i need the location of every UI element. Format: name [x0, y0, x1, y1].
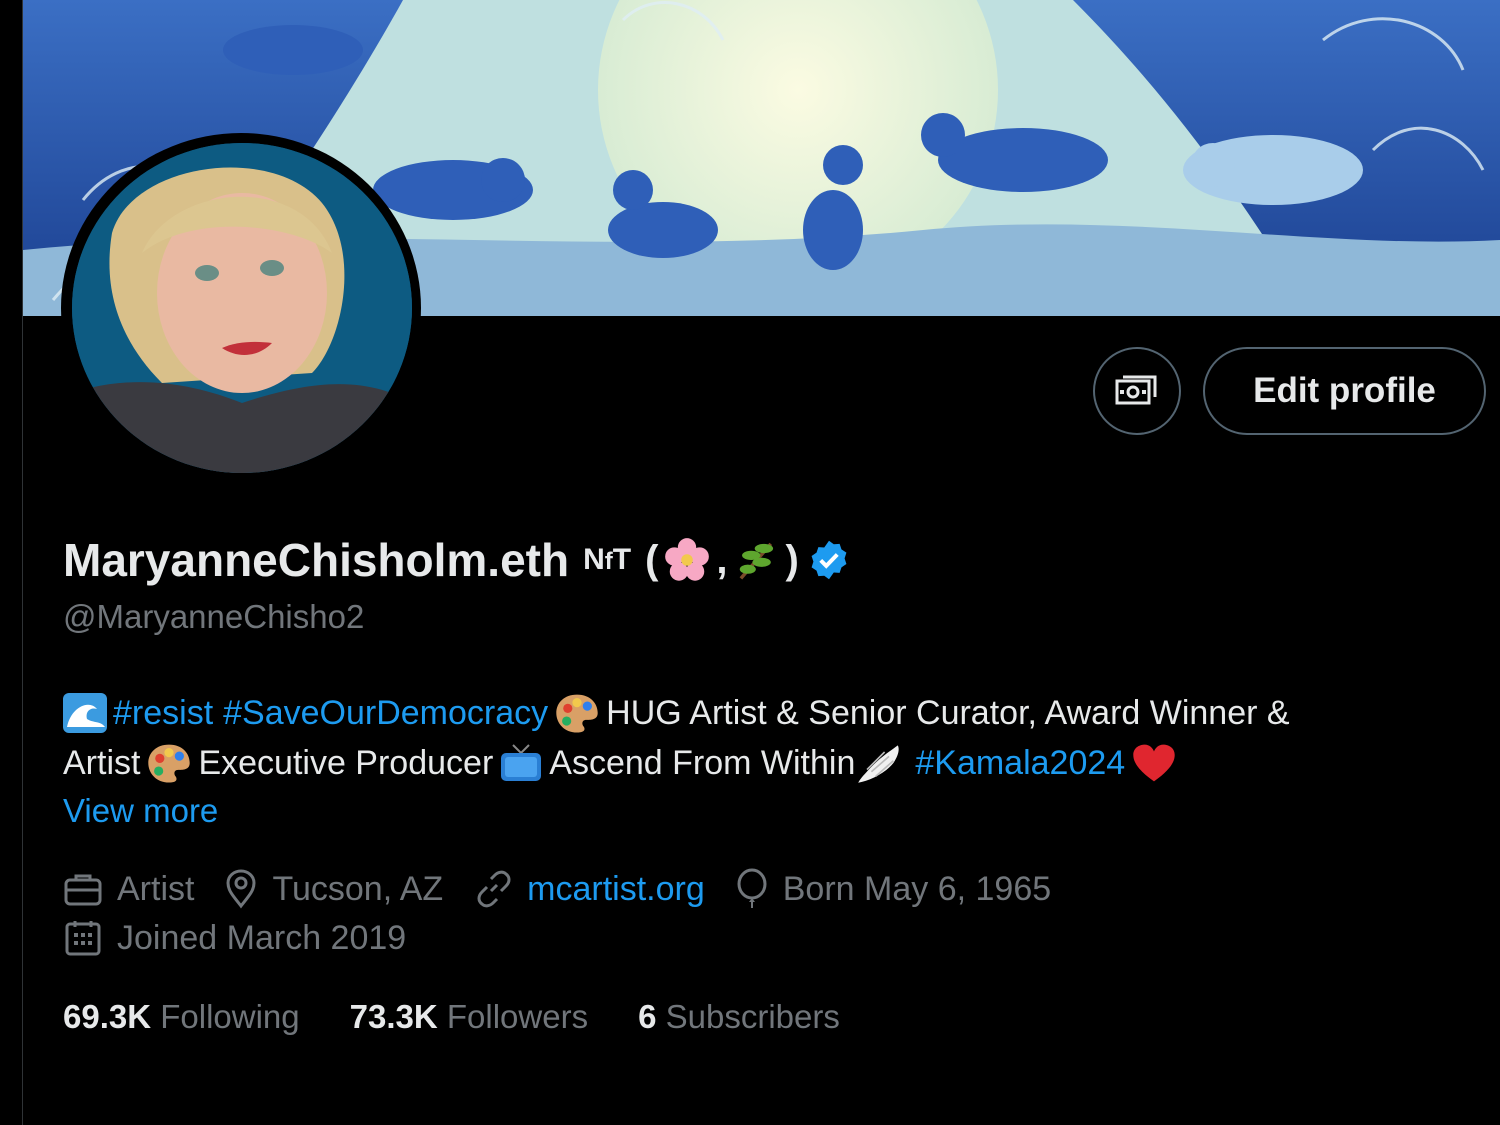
view-more-link[interactable]: View more — [63, 792, 218, 830]
name-paren-close: ) — [785, 537, 799, 582]
joined: Joined March 2019 — [63, 918, 406, 958]
palette-icon — [554, 692, 600, 734]
display-name: MaryanneChisholm.eth — [63, 534, 570, 586]
hashtag-kamala2024[interactable]: #Kamala2024 — [915, 738, 1125, 788]
name-comma: , — [716, 537, 728, 582]
bio-line-1: #resist #SaveOurDemocracy HUG Artist & S… — [63, 688, 1483, 738]
bio-text-artist: Artist — [63, 744, 141, 782]
calendar-icon — [65, 921, 101, 956]
joined-label: Joined March 2019 — [117, 918, 407, 957]
profession: Artist — [63, 870, 194, 909]
edit-profile-button[interactable]: Edit profile — [1203, 347, 1486, 435]
hashtag-save-our-democracy[interactable]: #SaveOurDemocracy — [223, 688, 548, 738]
left-rail — [0, 0, 23, 1125]
bio-text-ascend: Ascend From Within — [549, 744, 856, 782]
location-pin-icon — [226, 869, 256, 909]
wave-icon — [63, 693, 107, 733]
birthday-label: Born May 6, 1965 — [782, 869, 1052, 908]
herb-icon — [734, 537, 780, 583]
bio-text-producer: Executive Producer — [198, 744, 494, 782]
website-link[interactable]: mcartist.org — [527, 870, 705, 909]
tv-icon — [499, 743, 543, 783]
bio-line-2: Artist Executive Producer Ascend From Wi… — [63, 738, 1483, 788]
wing-icon — [855, 741, 901, 785]
birthday: Born May 6, 1965 — [735, 868, 1051, 910]
display-name-row: MaryanneChisholm.eth NfT ( , ) — [63, 530, 851, 590]
name-paren-open: ( — [645, 537, 659, 582]
money-icon — [1115, 375, 1157, 405]
subscribers-stat[interactable]: 6 Subscribers — [638, 998, 840, 1036]
tips-button[interactable] — [1093, 347, 1181, 435]
location-label: Tucson, AZ — [272, 869, 444, 908]
hashtag-resist[interactable]: #resist — [113, 688, 213, 738]
avatar[interactable] — [72, 143, 412, 473]
bio-text-1: HUG Artist & Senior Curator, Award Winne… — [606, 694, 1290, 732]
website[interactable]: mcartist.org — [473, 869, 705, 909]
briefcase-icon — [64, 874, 102, 906]
palette-icon — [146, 742, 192, 784]
followers-stat[interactable]: 73.3K Followers — [350, 998, 588, 1036]
subscribers-label: Subscribers — [665, 998, 840, 1035]
profile-meta-row: Artist Tucson, AZ mcartist.org Born May … — [63, 868, 1081, 910]
following-label: Following — [160, 998, 300, 1035]
profession-label: Artist — [117, 869, 195, 908]
location: Tucson, AZ — [224, 869, 443, 909]
balloon-icon — [737, 868, 767, 908]
bio: #resist #SaveOurDemocracy HUG Artist & S… — [63, 688, 1483, 788]
verified-badge-icon[interactable] — [807, 538, 851, 582]
followers-count: 73.3K — [349, 998, 438, 1035]
heart-icon — [1131, 742, 1177, 784]
nft-label: NfT — [583, 543, 632, 576]
following-count: 69.3K — [63, 998, 152, 1035]
name-suffix: NfT ( , ) — [583, 537, 799, 583]
follow-stats: 69.3K Following 73.3K Followers 6 Subscr… — [63, 998, 890, 1036]
link-icon — [477, 870, 511, 908]
cherry-blossom-icon — [664, 537, 710, 583]
avatar-photo — [72, 143, 412, 473]
subscribers-count: 6 — [638, 998, 657, 1035]
followers-label: Followers — [446, 998, 589, 1035]
handle: @MaryanneChisho2 — [63, 598, 365, 635]
profile-joined-row: Joined March 2019 — [63, 918, 436, 958]
following-stat[interactable]: 69.3K Following — [63, 998, 300, 1036]
